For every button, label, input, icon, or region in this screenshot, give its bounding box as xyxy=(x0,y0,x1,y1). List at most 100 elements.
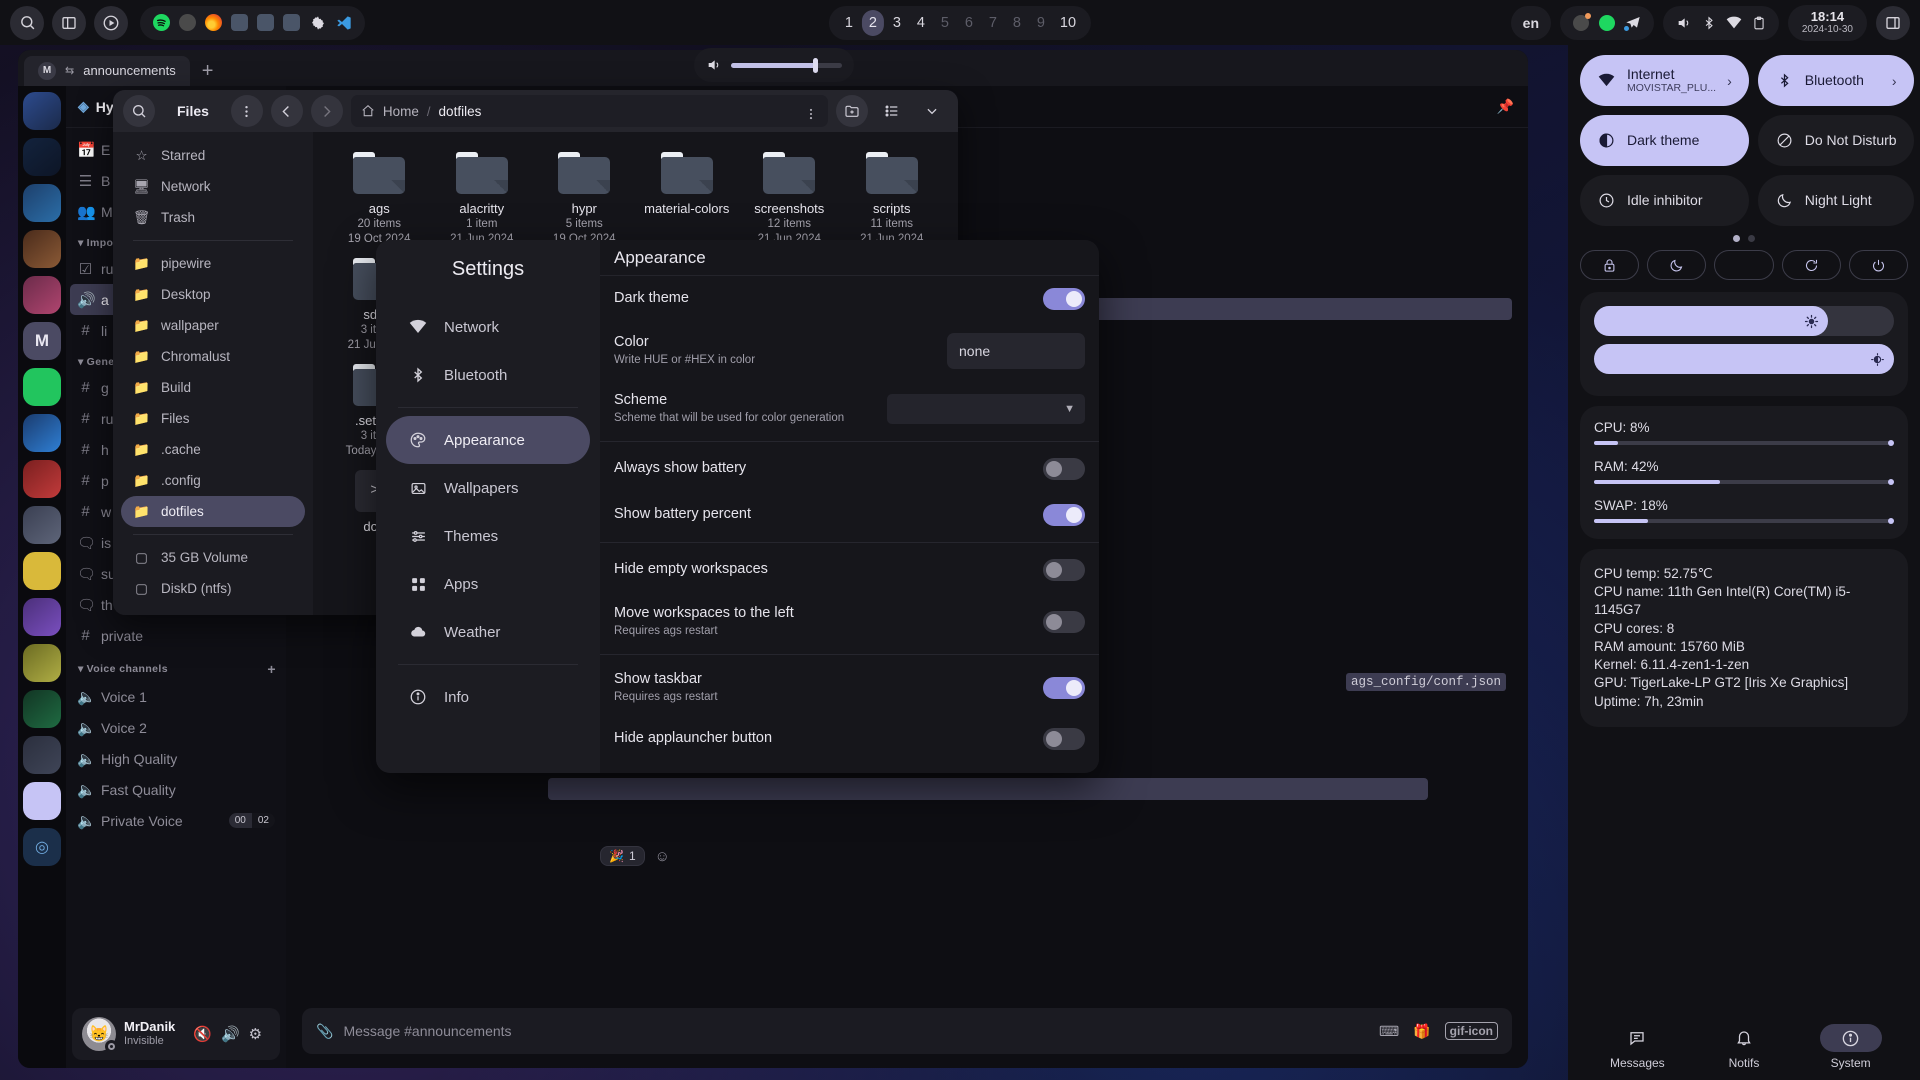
volume-icon[interactable] xyxy=(1676,15,1692,31)
workspace-3[interactable]: 3 xyxy=(886,10,908,36)
sidebar-item-chromalust[interactable]: 📁Chromalust xyxy=(121,341,305,372)
setting-hide-applauncher-button[interactable]: Hide applauncher button xyxy=(600,716,1099,762)
quick-toggle-do-not-disturb[interactable]: Do Not Disturb xyxy=(1758,115,1914,166)
wifi-icon[interactable] xyxy=(1726,15,1742,31)
voice-channel-fast-quality[interactable]: 🔈Fast Quality xyxy=(70,774,282,805)
file-item-screenshots[interactable]: screenshots 12 items 21 Jun 2024 xyxy=(741,146,838,248)
breadcrumb-menu-icon[interactable] xyxy=(804,98,818,125)
setting-hide-empty-workspaces[interactable]: Hide empty workspaces xyxy=(600,547,1099,593)
guild-avatar[interactable] xyxy=(23,644,61,682)
clipboard-icon[interactable] xyxy=(1752,16,1766,30)
folder-app-icon-3[interactable] xyxy=(283,14,300,31)
guild-avatar[interactable] xyxy=(23,230,61,268)
folder-app-icon-2[interactable] xyxy=(257,14,274,31)
move-workspaces-left-toggle[interactable] xyxy=(1043,611,1085,633)
sidebar-item-pipewire[interactable]: 📁pipewire xyxy=(121,248,305,279)
workspace-8[interactable]: 8 xyxy=(1006,10,1028,36)
vscode-app-icon[interactable] xyxy=(335,14,352,31)
volume-slider[interactable] xyxy=(1594,344,1894,374)
folder-app-icon-1[interactable] xyxy=(231,14,248,31)
sidebar-item-diskd[interactable]: ▢DiskD (ntfs) xyxy=(121,573,305,604)
hide-empty-workspaces-toggle[interactable] xyxy=(1043,559,1085,581)
show-battery-percent-toggle[interactable] xyxy=(1043,504,1085,526)
discord-tab-announcements[interactable]: M ⇆ announcements xyxy=(24,56,190,86)
channel-private[interactable]: #private xyxy=(70,620,282,651)
workspace-10[interactable]: 10 xyxy=(1054,10,1082,36)
bluetooth-icon[interactable] xyxy=(1702,16,1716,30)
settings-gear-app-icon[interactable] xyxy=(309,14,326,31)
add-voice-channel-button[interactable]: + xyxy=(267,661,276,677)
telegram-tray-icon[interactable] xyxy=(1625,15,1641,31)
settings-nav-bluetooth[interactable]: Bluetooth xyxy=(386,351,590,399)
shutdown-icon[interactable] xyxy=(1849,250,1908,280)
setting-always-show-battery[interactable]: Always show battery xyxy=(600,446,1099,492)
quick-toggle-dark-theme[interactable]: Dark theme xyxy=(1580,115,1749,166)
breadcrumb-home[interactable]: Home xyxy=(383,104,419,119)
sidebar-item-build[interactable]: 📁Build xyxy=(121,372,305,403)
quick-toggle-internet[interactable]: Internet MOVISTAR_PLU... › xyxy=(1580,55,1749,106)
sidebar-toggle-icon[interactable] xyxy=(52,6,86,40)
guild-avatar[interactable] xyxy=(23,92,61,130)
quick-toggle-night-light[interactable]: Night Light xyxy=(1758,175,1914,226)
chevron-down-icon[interactable] xyxy=(916,95,948,127)
scheme-select[interactable]: ▼ xyxy=(887,394,1085,424)
sidebar-item-volume-35gb[interactable]: ▢35 GB Volume xyxy=(121,542,305,573)
pin-icon[interactable]: 📌 xyxy=(1497,98,1514,115)
color-input[interactable]: none xyxy=(947,333,1085,369)
home-icon[interactable] xyxy=(361,104,375,118)
list-view-icon[interactable] xyxy=(876,95,908,127)
guild-avatar[interactable] xyxy=(23,598,61,636)
keyboard-icon[interactable]: ⌨ xyxy=(1379,1023,1399,1040)
breadcrumb[interactable]: Home / dotfiles xyxy=(351,95,828,127)
kebab-menu-icon[interactable] xyxy=(231,95,263,127)
search-icon[interactable] xyxy=(10,6,44,40)
settings-nav-weather[interactable]: Weather xyxy=(386,608,590,656)
add-reaction-icon[interactable]: ☺ xyxy=(655,848,670,865)
avatar[interactable]: 😸 xyxy=(82,1017,116,1051)
new-folder-icon[interactable] xyxy=(836,95,868,127)
clock[interactable]: 18:14 2024-10-30 xyxy=(1788,5,1867,41)
sidebar-item-trash[interactable]: 🗑 Trash xyxy=(121,202,305,233)
setting-dark-theme[interactable]: Dark theme xyxy=(600,276,1099,322)
chevron-right-icon[interactable]: › xyxy=(1727,73,1732,89)
message-composer[interactable]: 📎 Message #announcements ⌨ 🎁 gif-icon xyxy=(302,1008,1512,1054)
logout-icon[interactable] xyxy=(1714,250,1773,280)
quick-toggle-bluetooth[interactable]: Bluetooth › xyxy=(1758,55,1914,106)
play-icon[interactable] xyxy=(94,6,128,40)
breadcrumb-current[interactable]: dotfiles xyxy=(439,104,482,119)
voice-channel-private-voice[interactable]: 🔈 Private Voice 00 02 xyxy=(70,805,282,836)
settings-nav-apps[interactable]: Apps xyxy=(386,560,590,608)
volume-slider[interactable] xyxy=(731,63,842,68)
edge-app-icon[interactable] xyxy=(179,14,196,31)
guild-avatar[interactable] xyxy=(23,414,61,452)
language-indicator[interactable]: en xyxy=(1511,6,1551,40)
sidebar-item-config[interactable]: 📁.config xyxy=(121,465,305,496)
sidebar-item-files[interactable]: 📁Files xyxy=(121,403,305,434)
settings-nav-network[interactable]: Network xyxy=(386,303,590,351)
setting-always-hide-media-button[interactable]: Always hide media button xyxy=(600,762,1099,773)
firefox-app-icon[interactable] xyxy=(205,14,222,31)
new-tab-button[interactable]: + xyxy=(202,61,214,81)
file-item-ags[interactable]: ags 20 items 19 Oct 2024 xyxy=(331,146,428,248)
page-dot-1[interactable] xyxy=(1733,235,1740,242)
dark-theme-toggle[interactable] xyxy=(1043,288,1085,310)
sidebar-item-wallpaper[interactable]: 📁wallpaper xyxy=(121,310,305,341)
setting-color[interactable]: Color Write HUE or #HEX in color none xyxy=(600,322,1099,380)
workspace-2[interactable]: 2 xyxy=(862,10,884,36)
gift-icon[interactable]: 🎁 xyxy=(1413,1023,1430,1040)
sidebar-item-network[interactable]: 🖥 Network xyxy=(121,171,305,202)
edge-tray-icon[interactable] xyxy=(1573,15,1589,31)
setting-show-battery-percent[interactable]: Show battery percent xyxy=(600,492,1099,538)
settings-nav-themes[interactable]: Themes xyxy=(386,512,590,560)
chevron-left-icon[interactable] xyxy=(271,95,303,127)
spotify-app-icon[interactable] xyxy=(153,14,170,31)
guild-avatar[interactable] xyxy=(23,138,61,176)
guild-avatar[interactable] xyxy=(23,690,61,728)
workspace-5[interactable]: 5 xyxy=(934,10,956,36)
sleep-icon[interactable] xyxy=(1647,250,1706,280)
guild-avatar[interactable] xyxy=(23,276,61,314)
workspace-6[interactable]: 6 xyxy=(958,10,980,36)
guild-avatar[interactable] xyxy=(23,736,61,774)
guild-avatar[interactable] xyxy=(23,184,61,222)
lock-icon[interactable] xyxy=(1580,250,1639,280)
